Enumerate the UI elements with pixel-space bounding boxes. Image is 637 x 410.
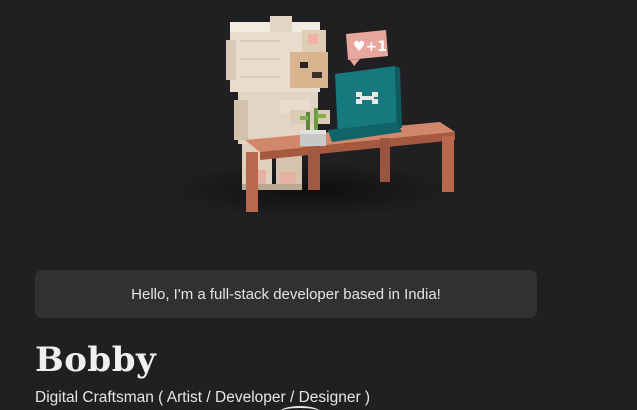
greeting-banner: Hello, I'm a full-stack developer based … bbox=[35, 270, 537, 318]
like-badge: ♥+1 bbox=[346, 30, 388, 66]
laptop-monitor bbox=[328, 66, 402, 142]
voxel-hero-illustration: ♥+1 bbox=[160, 16, 460, 218]
profile-tagline: Digital Craftsman ( Artist / Developer /… bbox=[35, 389, 371, 406]
greeting-text: Hello, I'm a full-stack developer based … bbox=[131, 285, 441, 303]
page: ♥+1 Hello, I'm a full-stack developer ba… bbox=[0, 0, 637, 410]
like-badge-text: ♥+1 bbox=[353, 39, 387, 55]
profile-name: Bobby bbox=[35, 340, 157, 380]
